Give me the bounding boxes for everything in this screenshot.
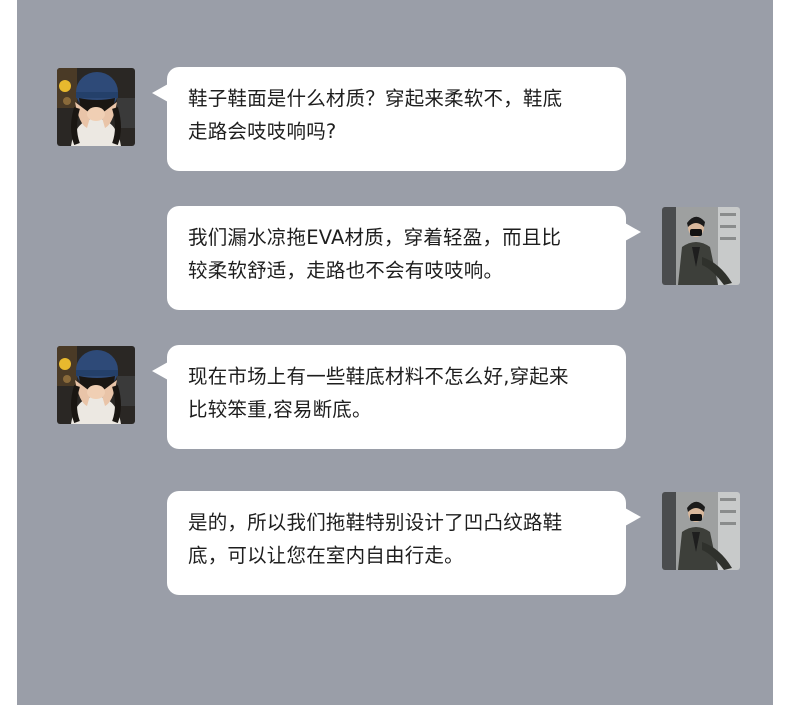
message-text: 比较笨重,容易断底。 — [188, 398, 372, 421]
message-text: 我们漏水凉拖EVA材质，穿着轻盈，而且比 — [188, 226, 562, 249]
seller-avatar-icon[interactable] — [662, 207, 740, 285]
seller-avatar-icon[interactable] — [662, 492, 740, 570]
message-text: 底，可以让您在室内自由行走。 — [188, 544, 464, 567]
message-text: 是的，所以我们拖鞋特别设计了凹凸纹路鞋 — [188, 511, 563, 534]
message-text: 鞋子鞋面是什么材质？穿起来柔软不，鞋底 — [188, 87, 563, 110]
message-text: 走路会吱吱响吗? — [188, 120, 337, 143]
message-bubble-4: 是的，所以我们拖鞋特别设计了凹凸纹路鞋 底，可以让您在室内自由行走。 — [167, 491, 641, 595]
customer-avatar-icon[interactable] — [57, 68, 135, 146]
message-text: 较柔软舒适，走路也不会有吱吱响。 — [188, 259, 504, 282]
customer-avatar-icon[interactable] — [57, 346, 135, 424]
message-bubble-3: 现在市场上有一些鞋底材料不怎么好,穿起来 比较笨重,容易断底。 — [152, 345, 626, 449]
message-bubble-2: 我们漏水凉拖EVA材质，穿着轻盈，而且比 较柔软舒适，走路也不会有吱吱响。 — [167, 206, 641, 310]
message-text: 现在市场上有一些鞋底材料不怎么好,穿起来 — [188, 365, 569, 388]
bottom-strip — [0, 705, 790, 723]
message-bubble-1: 鞋子鞋面是什么材质？穿起来柔软不，鞋底 走路会吱吱响吗? — [152, 67, 626, 171]
